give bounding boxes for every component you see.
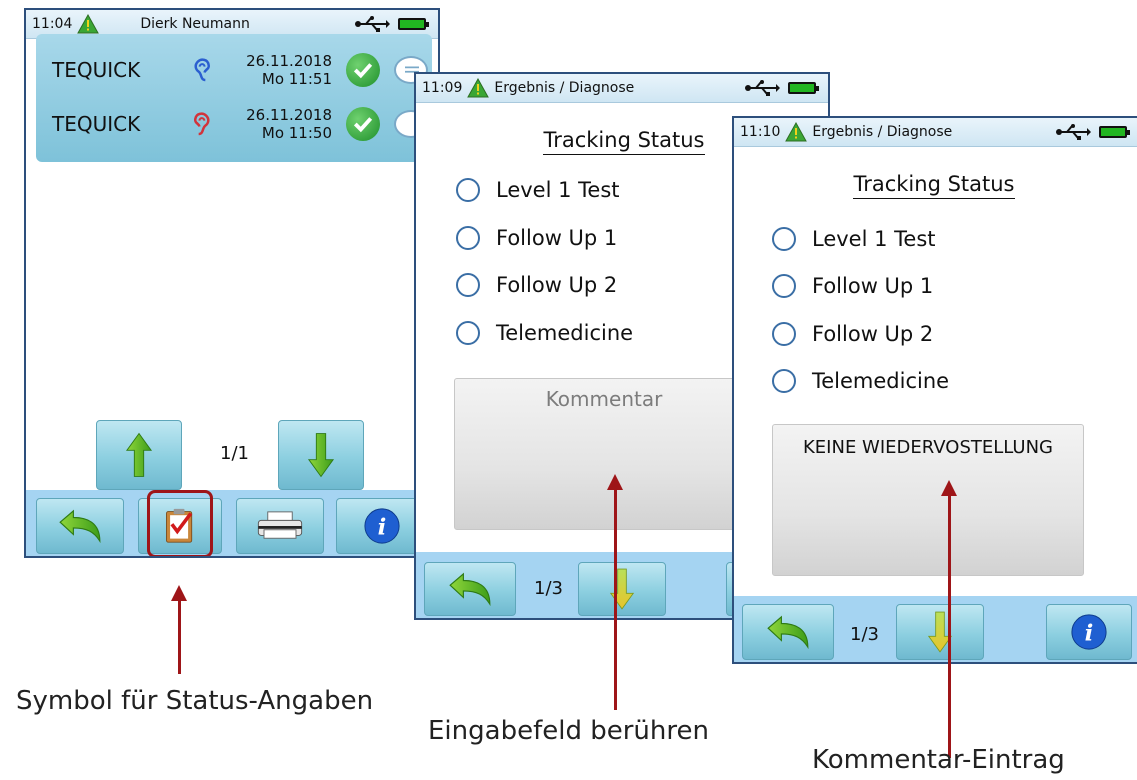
radio-button[interactable]	[772, 227, 796, 251]
caption-comment-entry: Kommentar-Eintrag	[812, 745, 1065, 775]
option-telemedicine[interactable]: Telemedicine	[772, 369, 949, 393]
measurement-date: 26.11.2018 Mo 11:50	[242, 106, 332, 142]
caption-status-symbol: Symbol für Status-Angaben	[16, 686, 374, 716]
radio-button[interactable]	[456, 226, 480, 250]
status-bar: 11:09 Ergebnis / Diagnose	[416, 74, 828, 103]
page-down-button[interactable]	[896, 604, 984, 660]
back-button[interactable]	[36, 498, 124, 554]
radio-button[interactable]	[456, 321, 480, 345]
option-follow-up-1[interactable]: Follow Up 1	[456, 226, 617, 250]
page-indicator: 1/3	[534, 578, 563, 599]
list-item[interactable]: TEQUICK 26.11.2018 Mo 11:51	[36, 44, 432, 96]
back-icon	[767, 615, 809, 649]
option-label: Level 1 Test	[812, 227, 936, 251]
comment-field[interactable]: KEINE WIEDERVOSTELLUNG	[772, 424, 1084, 576]
tracking-status-title: Tracking Status	[496, 128, 752, 155]
option-label: Follow Up 2	[812, 322, 934, 346]
screen-title: Ergebnis / Diagnose	[494, 80, 635, 96]
ear-left-icon	[193, 112, 210, 136]
annotation-arrow-line	[948, 494, 951, 758]
device-screen-diagnosis-filled: 11:10 Ergebnis / Diagnose Tracking Statu…	[732, 116, 1137, 664]
status-bar: 11:10 Ergebnis / Diagnose	[734, 118, 1137, 147]
caption-touch-field: Eingabefeld berühren	[428, 716, 709, 746]
option-level-1-test[interactable]: Level 1 Test	[456, 178, 620, 202]
arrow-up-icon	[125, 432, 153, 477]
back-icon	[449, 572, 491, 606]
usb-icon	[355, 16, 390, 32]
device-screen-list: 11:04 Dierk Neumann TEQUICK 26.11.2018 Mo…	[24, 8, 440, 558]
option-label: Telemedicine	[812, 369, 950, 393]
patient-name: TEQUICK	[52, 58, 141, 82]
option-label: Level 1 Test	[496, 178, 620, 202]
page-indicator: 1/1	[220, 443, 249, 464]
page-indicator: 1/3	[850, 624, 879, 645]
comment-placeholder: Kommentar	[545, 387, 663, 411]
page-down-button[interactable]	[578, 562, 666, 616]
measurement-list: TEQUICK 26.11.2018 Mo 11:51 TEQUICK 26.11…	[36, 34, 432, 162]
arrow-down-icon	[307, 433, 335, 478]
bottom-toolbar: 1/3 i	[734, 596, 1137, 662]
time-text: Mo 11:51	[261, 70, 332, 88]
ear-right-icon	[194, 58, 211, 82]
warning-icon	[77, 14, 100, 34]
option-level-1-test[interactable]: Level 1 Test	[772, 227, 936, 251]
printer-icon	[257, 511, 303, 539]
screen-title: Ergebnis / Diagnose	[812, 124, 953, 140]
info-icon: i	[364, 508, 400, 544]
check-icon	[346, 53, 380, 87]
option-follow-up-2[interactable]: Follow Up 2	[772, 322, 933, 346]
date-text: 26.11.2018	[246, 52, 332, 70]
time-text: Mo 11:50	[261, 124, 332, 142]
list-item[interactable]: TEQUICK 26.11.2018 Mo 11:50	[36, 98, 432, 150]
check-icon	[346, 107, 380, 141]
svg-text:i: i	[1085, 621, 1094, 647]
option-follow-up-1[interactable]: Follow Up 1	[772, 274, 933, 298]
back-button[interactable]	[424, 562, 516, 616]
clock: 11:04	[32, 16, 73, 32]
warning-icon	[785, 122, 808, 142]
comment-value: KEINE WIEDERVOSTELLUNG	[803, 437, 1053, 458]
back-icon	[59, 509, 101, 543]
user-name: Dierk Neumann	[140, 16, 250, 32]
tracking-status-title: Tracking Status	[806, 172, 1062, 199]
clock: 11:10	[740, 124, 781, 140]
measurement-date: 26.11.2018 Mo 11:51	[242, 52, 332, 88]
radio-button[interactable]	[772, 322, 796, 346]
battery-icon	[398, 18, 429, 30]
radio-button[interactable]	[772, 274, 796, 298]
page-down-button[interactable]	[278, 420, 364, 490]
arrow-down-icon	[609, 568, 635, 610]
option-label: Follow Up 2	[496, 273, 618, 297]
annotation-arrow-line	[178, 598, 181, 674]
print-button[interactable]	[236, 498, 324, 554]
option-label: Follow Up 1	[496, 226, 618, 250]
date-text: 26.11.2018	[246, 106, 332, 124]
option-telemedicine[interactable]: Telemedicine	[456, 321, 633, 345]
battery-icon	[788, 82, 819, 94]
annotation-arrow-line	[614, 488, 617, 710]
back-button[interactable]	[742, 604, 834, 660]
warning-icon	[467, 78, 490, 98]
battery-icon	[1099, 126, 1130, 138]
info-icon: i	[1071, 614, 1107, 650]
radio-button[interactable]	[456, 273, 480, 297]
option-label: Telemedicine	[496, 321, 634, 345]
radio-button[interactable]	[456, 178, 480, 202]
svg-text:i: i	[378, 515, 387, 541]
page-up-button[interactable]	[96, 420, 182, 490]
comment-field[interactable]: Kommentar	[454, 378, 754, 530]
option-follow-up-2[interactable]: Follow Up 2	[456, 273, 617, 297]
status-button-highlight	[147, 490, 213, 556]
bottom-toolbar: i	[26, 490, 438, 556]
clock: 11:09	[422, 80, 463, 96]
usb-icon	[1056, 124, 1091, 140]
usb-icon	[745, 80, 780, 96]
radio-button[interactable]	[772, 369, 796, 393]
option-label: Follow Up 1	[812, 274, 934, 298]
patient-name: TEQUICK	[52, 112, 141, 136]
info-button[interactable]: i	[1046, 604, 1132, 660]
